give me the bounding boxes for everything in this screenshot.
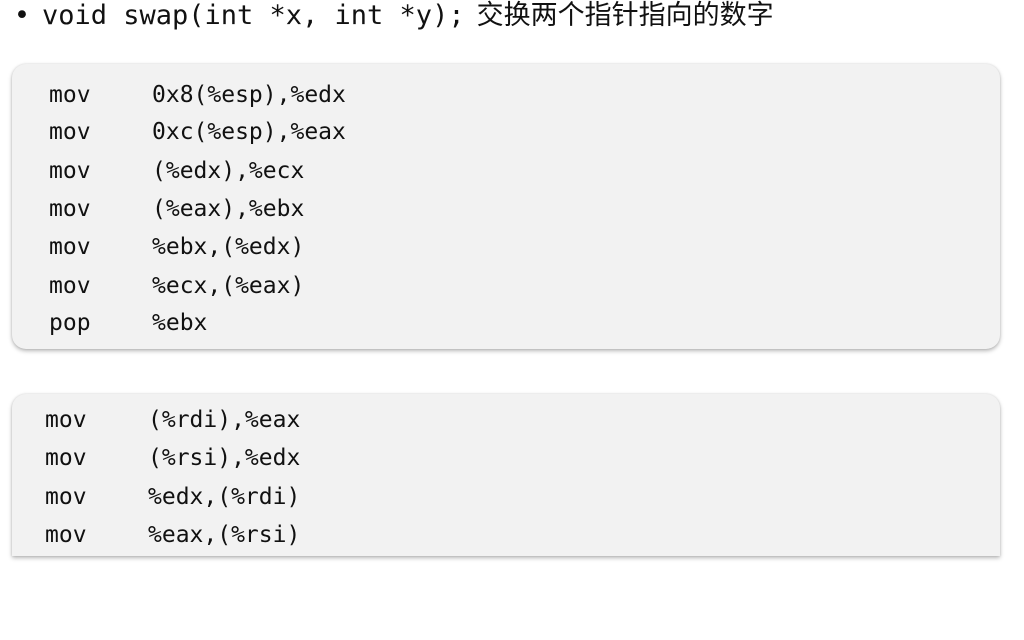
code-line: mov 0x8(%esp),%edx: [49, 80, 449, 110]
instruction-operands: (%rsi),%edx: [148, 445, 301, 471]
function-signature: void swap(int *x, int *y);: [41, 0, 465, 31]
function-description: 交换两个指针指向的数字: [476, 0, 774, 31]
code-line: mov (%edx),%ecx: [49, 156, 449, 186]
instruction-operands: 0xc(%esp),%eax: [152, 119, 346, 145]
instruction-mnemonic: mov: [45, 407, 87, 433]
bullet-marker: •: [14, 0, 30, 31]
instruction-mnemonic: mov: [49, 234, 91, 260]
code-line: mov %ebx,(%edx): [49, 232, 449, 262]
code-block-x86-64: mov (%rdi),%eax mov (%rsi),%edx mov %edx…: [12, 394, 1000, 556]
instruction-operands: %eax,(%rsi): [148, 522, 301, 548]
instruction-operands: %ecx,(%eax): [152, 273, 305, 299]
instruction-operands: (%rdi),%eax: [148, 407, 301, 433]
code-line: mov %ecx,(%eax): [49, 271, 449, 301]
code-line: mov 0xc(%esp),%eax: [49, 117, 449, 147]
instruction-operands: (%edx),%ecx: [152, 158, 305, 184]
code-line: mov %edx,(%rdi): [45, 482, 445, 512]
code-line: mov (%rsi),%edx: [45, 443, 445, 473]
instruction-mnemonic: mov: [49, 273, 91, 299]
code-line: mov %eax,(%rsi): [45, 520, 445, 550]
instruction-operands: (%eax),%ebx: [152, 196, 305, 222]
code-line: pop %ebx: [49, 308, 449, 338]
instruction-mnemonic: mov: [49, 82, 91, 108]
code-line: mov (%eax),%ebx: [49, 194, 449, 224]
instruction-mnemonic: mov: [45, 522, 87, 548]
instruction-mnemonic: mov: [49, 119, 91, 145]
instruction-mnemonic: mov: [49, 196, 91, 222]
instruction-operands: %ebx,(%edx): [152, 234, 305, 260]
instruction-operands: %ebx: [152, 310, 208, 336]
instruction-operands: 0x8(%esp),%edx: [152, 82, 346, 108]
code-line: mov (%rdi),%eax: [45, 405, 445, 435]
instruction-mnemonic: mov: [49, 158, 91, 184]
instruction-mnemonic: pop: [49, 310, 91, 336]
code-block-x86: mov 0x8(%esp),%edx mov 0xc(%esp),%eax mo…: [12, 64, 1000, 349]
slide-heading: • void swap(int *x, int *y); 交换两个指针指向的数字: [14, 0, 774, 34]
instruction-mnemonic: mov: [45, 445, 87, 471]
instruction-mnemonic: mov: [45, 484, 87, 510]
instruction-operands: %edx,(%rdi): [148, 484, 301, 510]
